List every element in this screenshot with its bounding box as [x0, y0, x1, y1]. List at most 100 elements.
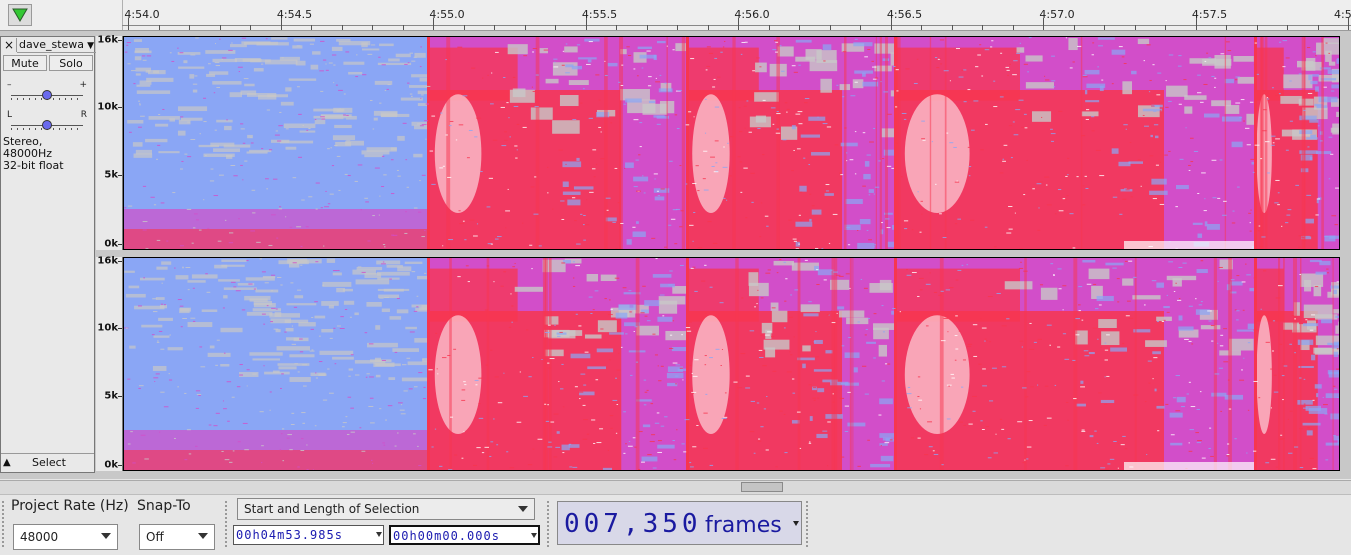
ruler-minor-tick — [342, 25, 343, 30]
chevron-down-icon — [518, 506, 528, 512]
frequency-tick — [118, 328, 122, 329]
project-rate-select[interactable]: 48000 — [13, 524, 118, 550]
chevron-down-icon — [793, 521, 799, 526]
ruler-minor-tick — [464, 25, 465, 30]
track-area[interactable]: × dave_stewa ▼ Mute Solo – + L R Stereo,… — [0, 31, 1351, 479]
green-triangle-down-icon — [11, 7, 29, 23]
triangle-up-icon[interactable]: ▲ — [3, 457, 11, 468]
ruler-minor-tick — [708, 25, 709, 30]
pan-slider-thumb[interactable] — [42, 120, 52, 130]
spectrogram-image — [124, 258, 1339, 470]
ruler-major-tick — [738, 18, 739, 30]
frames-counter-value: 007,350 — [564, 509, 702, 539]
play-head-button[interactable] — [8, 4, 32, 26]
ruler-major-tick — [1196, 18, 1197, 30]
ruler-minor-tick — [1074, 25, 1075, 30]
frequency-tick — [118, 40, 122, 41]
frequency-tick — [118, 396, 122, 397]
selection-start-time[interactable]: 00h04m53.985s — [233, 525, 384, 545]
ruler-minor-tick — [769, 25, 770, 30]
ruler-tick-label: 4:55.0 — [429, 8, 464, 21]
ruler-major-tick — [433, 18, 434, 30]
ruler-minor-tick — [494, 25, 495, 30]
ruler-minor-tick — [677, 25, 678, 30]
frequency-label: 5k — [104, 170, 118, 181]
chevron-down-icon — [101, 533, 111, 539]
ruler-minor-tick — [1013, 25, 1014, 30]
ruler-minor-tick — [372, 25, 373, 30]
ruler-minor-tick — [159, 25, 160, 30]
spectrogram-channel-right[interactable] — [123, 257, 1340, 471]
ruler-tick-label: 4:57.0 — [1039, 8, 1074, 21]
frequency-label: 16k — [97, 35, 118, 46]
timeline-ruler[interactable]: 4:54.04:54.54:55.04:55.54:56.04:56.54:57… — [0, 0, 1351, 31]
selection-mode-select[interactable]: Start and Length of Selection — [237, 498, 535, 520]
ruler-minor-tick — [952, 25, 953, 30]
gain-slider[interactable]: – + — [5, 88, 89, 102]
spectrogram-channel-left[interactable] — [123, 36, 1340, 250]
ruler-tick-label: 4:54.0 — [124, 8, 159, 21]
mute-button[interactable]: Mute — [3, 55, 47, 71]
track-format-info: Stereo, 48000Hz 32-bit float — [3, 136, 94, 172]
toolbar-grip[interactable] — [547, 501, 549, 549]
selection-length-time[interactable]: 00h00m00.000s — [389, 525, 540, 545]
ruler-minor-tick — [525, 25, 526, 30]
track-format-rate: Stereo, 48000Hz — [3, 136, 94, 160]
frames-counter[interactable]: 007,350 frames — [557, 501, 802, 545]
solo-button[interactable]: Solo — [49, 55, 93, 71]
ruler-minor-tick — [250, 25, 251, 30]
frequency-label: 16k — [97, 256, 118, 267]
selection-toolbar: Project Rate (Hz) 48000 Snap-To Off Star… — [0, 494, 1351, 555]
ruler-major-tick — [1043, 18, 1044, 30]
ruler-minor-tick — [1318, 25, 1319, 30]
ruler-minor-tick — [647, 25, 648, 30]
toolbar-grip[interactable] — [806, 501, 808, 549]
ruler-minor-tick — [1135, 25, 1136, 30]
frequency-tick — [118, 244, 122, 245]
chevron-down-icon — [531, 533, 537, 538]
toolbar-grip[interactable] — [2, 501, 4, 549]
ruler-tick-label: 4:56.0 — [734, 8, 769, 21]
pan-slider[interactable]: L R — [5, 118, 89, 132]
ruler-major-tick — [1348, 18, 1349, 30]
gain-slider-thumb[interactable] — [42, 90, 52, 100]
spectrogram-image — [124, 37, 1339, 249]
frequency-tick — [118, 107, 122, 108]
toolbar-grip[interactable] — [225, 501, 227, 549]
track-name-menu[interactable]: dave_stewa ▼ — [17, 38, 96, 53]
snap-to-value: Off — [146, 530, 164, 544]
ruler-minor-tick — [830, 25, 831, 30]
chevron-down-icon — [376, 532, 382, 537]
ruler-minor-tick — [1257, 25, 1258, 30]
snap-to-label: Snap-To — [137, 498, 191, 514]
ruler-tick-label: 4:54.5 — [277, 8, 312, 21]
scrollbar-thumb[interactable] — [741, 482, 783, 492]
select-track-button[interactable]: Select — [19, 455, 79, 471]
chevron-down-icon: ▼ — [87, 39, 94, 53]
frequency-tick — [118, 465, 122, 466]
ruler-minor-tick — [1226, 25, 1227, 30]
project-rate-value: 48000 — [20, 530, 58, 544]
track-control-panel: × dave_stewa ▼ Mute Solo – + L R Stereo,… — [0, 36, 95, 473]
selection-start-value: 00h04m53.985s — [236, 528, 343, 542]
selection-length-value: 00h00m00.000s — [393, 529, 500, 543]
ruler-minor-tick — [555, 25, 556, 30]
project-rate-label: Project Rate (Hz) — [11, 498, 129, 514]
ruler-baseline — [122, 25, 1351, 26]
horizontal-scrollbar[interactable] — [0, 480, 1351, 494]
close-track-button[interactable]: × — [2, 38, 17, 52]
ruler-minor-tick — [311, 25, 312, 30]
frequency-tick — [118, 261, 122, 262]
frequency-scale-upper: 16k10k5k0k — [96, 36, 123, 250]
gain-minus-label: – — [7, 80, 12, 90]
snap-to-select[interactable]: Off — [139, 524, 215, 550]
pan-left-label: L — [7, 110, 12, 120]
ruler-minor-tick — [799, 25, 800, 30]
frequency-label: 5k — [104, 391, 118, 402]
ruler-tick-label: 4:55.5 — [582, 8, 617, 21]
ruler-minor-tick — [220, 25, 221, 30]
track-format-depth: 32-bit float — [3, 160, 94, 172]
ruler-corner — [0, 0, 123, 30]
ruler-minor-tick — [616, 25, 617, 30]
ruler-minor-tick — [921, 25, 922, 30]
